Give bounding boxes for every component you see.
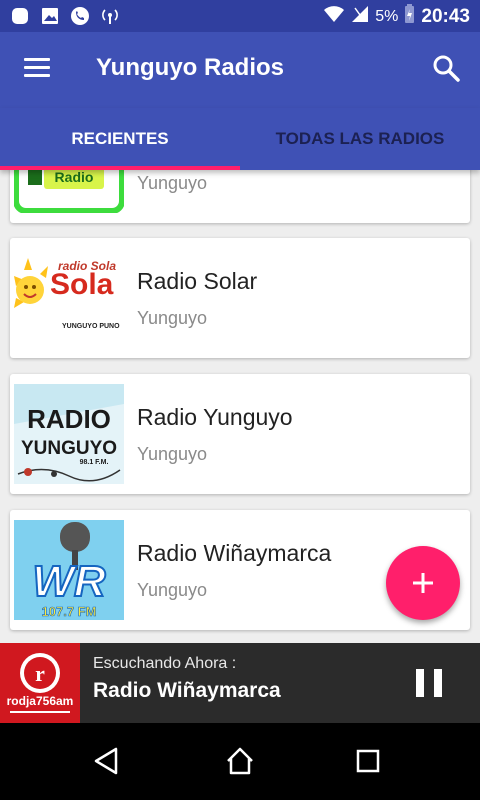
signal-icon — [351, 5, 369, 28]
radio-card[interactable]: Radio Yunguyo — [10, 170, 470, 223]
plus-icon — [413, 573, 433, 593]
radio-yunguyo-logo: RADIO YUNGUYO 98.1 F.M. — [14, 384, 124, 484]
logo-sub: 98.1 F.M. — [80, 459, 109, 466]
add-radio-button[interactable] — [386, 546, 460, 620]
tab-bar: RECIENTES TODAS LAS RADIOS — [0, 108, 480, 170]
radio-solar-logo: radio Sola Sola YUNGUYO PUNO — [14, 248, 124, 348]
logo-text-2: YUNGUYO — [21, 438, 117, 459]
radio-winaymarca-logo: WR 107.7 FM — [14, 520, 124, 620]
svg-text:r: r — [35, 661, 45, 686]
app-bar: Yunguyo Radios — [0, 32, 480, 108]
logo-text: RADIO — [27, 404, 111, 434]
svg-text:Radio: Radio — [55, 170, 94, 185]
clock: 20:43 — [421, 5, 470, 27]
broadcast-notification-icon — [100, 6, 120, 26]
gallery-notification-icon — [40, 6, 60, 26]
radio-logo-green: Radio — [14, 170, 124, 213]
radio-location: Yunguyo — [137, 308, 208, 328]
radio-location: Yunguyo — [137, 173, 208, 193]
battery-level: 5% — [375, 7, 399, 25]
logo-sub: YUNGUYO PUNO — [62, 323, 120, 330]
radio-name: Radio Solar — [137, 268, 258, 294]
battery-charging-icon — [404, 4, 415, 29]
hamburger-menu-icon[interactable] — [24, 58, 50, 78]
tab-indicator — [0, 166, 240, 170]
system-nav-bar — [0, 723, 480, 800]
now-playing-label: Escuchando Ahora : — [93, 655, 237, 672]
pause-icon[interactable] — [416, 669, 442, 697]
recents-icon[interactable] — [348, 741, 388, 781]
chat-notification-icon — [10, 6, 30, 26]
radio-location: Yunguyo — [137, 580, 208, 600]
now-playing-logo-text: rodja756am — [7, 694, 74, 708]
tab-recientes[interactable]: RECIENTES — [0, 108, 240, 170]
wifi-icon — [323, 5, 345, 28]
tab-todas-las-radios[interactable]: TODAS LAS RADIOS — [240, 108, 480, 170]
now-playing-bar[interactable]: r rodja756am Escuchando Ahora : Radio Wi… — [0, 643, 480, 723]
radio-name: Radio Yunguyo — [137, 404, 293, 430]
phone-notification-icon — [70, 6, 90, 26]
search-icon[interactable] — [432, 54, 460, 82]
back-icon[interactable] — [86, 741, 126, 781]
logo-sub: 107.7 FM — [42, 604, 97, 619]
logo-text: WR — [32, 557, 106, 606]
now-playing-logo: r rodja756am — [0, 643, 80, 723]
status-bar: 5% 20:43 — [0, 0, 480, 32]
radio-card[interactable]: RADIO YUNGUYO 98.1 F.M. Radio Yunguyo Yu… — [10, 374, 470, 494]
home-icon[interactable] — [220, 741, 260, 781]
app-title: Yunguyo Radios — [96, 54, 285, 81]
radio-location: Yunguyo — [137, 444, 208, 464]
radio-card[interactable]: radio Sola Sola YUNGUYO PUNO Radio Solar… — [10, 238, 470, 358]
now-playing-title: Radio Wiñaymarca — [93, 679, 281, 702]
radio-name: Radio Wiñaymarca — [137, 540, 332, 566]
svg-text:Sola: Sola — [50, 268, 114, 301]
